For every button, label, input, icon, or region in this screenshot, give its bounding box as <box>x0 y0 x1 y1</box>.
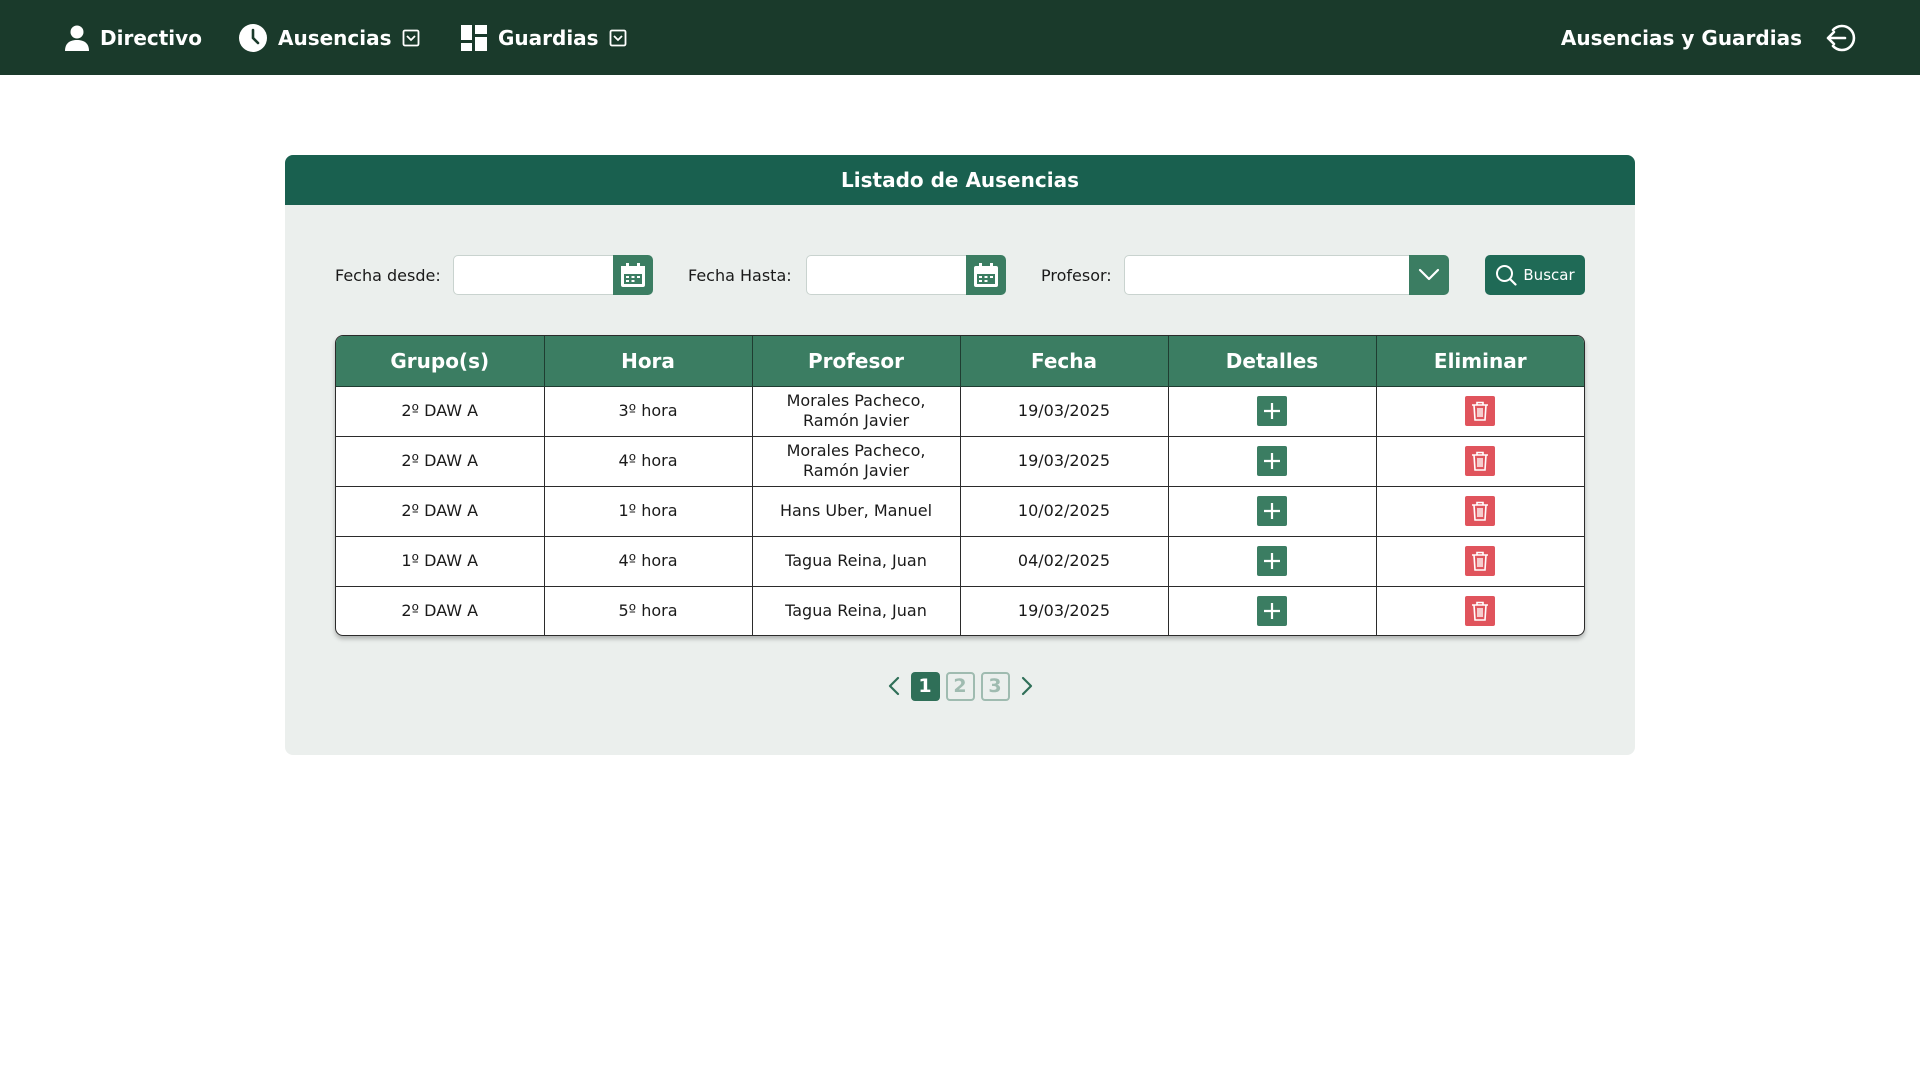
cell-detalles <box>1168 486 1377 537</box>
app-title: Ausencias y Guardias <box>1560 25 1802 50</box>
cell-fecha: 19/03/2025 <box>960 586 1169 635</box>
nav-guardias[interactable]: Guardias <box>460 0 627 75</box>
calendar-icon[interactable] <box>966 255 1006 295</box>
cell-grupo: 1º DAW A <box>336 536 545 587</box>
nav-directivo[interactable]: Directivo <box>64 0 202 75</box>
nav-ausencias[interactable]: Ausencias <box>238 0 420 75</box>
column-header: Profesor <box>752 336 961 387</box>
cell-grupo: 2º DAW A <box>336 486 545 537</box>
table-row: 2º DAW A 4º hora Morales Pacheco, Ramón … <box>336 436 1584 487</box>
cell-detalles <box>1168 436 1377 487</box>
nav-directivo-label: Directivo <box>100 25 202 50</box>
plus-icon[interactable] <box>1257 496 1287 526</box>
table-row: 2º DAW A 1º hora Hans Uber, Manuel 10/02… <box>336 486 1584 537</box>
trash-icon[interactable] <box>1465 546 1496 576</box>
page-button-1[interactable]: 1 <box>910 671 940 701</box>
trash-icon[interactable] <box>1465 596 1496 627</box>
column-header: Hora <box>544 336 753 387</box>
chevron-down-icon[interactable] <box>1409 255 1449 295</box>
search-icon <box>1496 265 1517 286</box>
pagination: 1 2 3 <box>285 670 1635 702</box>
cell-eliminar <box>1376 586 1584 635</box>
cell-profesor: Tagua Reina, Juan <box>752 536 961 587</box>
table-row: 1º DAW A 4º hora Tagua Reina, Juan 04/02… <box>336 536 1584 587</box>
calendar-icon[interactable] <box>613 255 653 295</box>
cell-eliminar <box>1376 436 1584 487</box>
absences-panel: Listado de Ausencias Fecha desde: Fecha … <box>285 155 1635 755</box>
column-header: Detalles <box>1168 336 1377 387</box>
cell-profesor: Tagua Reina, Juan <box>752 586 961 635</box>
cell-eliminar <box>1376 486 1584 537</box>
table-row: 2º DAW A 3º hora Morales Pacheco, Ramón … <box>336 386 1584 437</box>
column-header: Grupo(s) <box>336 336 545 387</box>
plus-icon[interactable] <box>1257 546 1287 576</box>
cell-fecha: 19/03/2025 <box>960 386 1169 437</box>
cell-hora: 3º hora <box>544 386 753 437</box>
dashboard-icon <box>460 24 488 52</box>
cell-hora: 4º hora <box>544 536 753 587</box>
nav-guardias-label: Guardias <box>498 25 599 50</box>
cell-grupo: 2º DAW A <box>336 436 545 487</box>
top-navbar: Directivo Ausencias Guardias Ausencias y… <box>0 0 1920 75</box>
logout-icon[interactable] <box>1824 21 1858 55</box>
plus-icon[interactable] <box>1257 446 1287 476</box>
checkbox-chevron-icon <box>609 29 627 47</box>
chevron-right-icon[interactable] <box>1013 671 1041 701</box>
cell-profesor: Hans Uber, Manuel <box>752 486 961 537</box>
page-button-3[interactable]: 3 <box>980 671 1010 701</box>
nav-ausencias-label: Ausencias <box>278 25 392 50</box>
column-header: Fecha <box>960 336 1169 387</box>
panel-title: Listado de Ausencias <box>285 155 1635 205</box>
cell-grupo: 2º DAW A <box>336 586 545 635</box>
table-header-row: Grupo(s) Hora Profesor Fecha Detalles El… <box>336 336 1584 387</box>
user-icon <box>64 24 90 52</box>
column-header: Eliminar <box>1376 336 1584 387</box>
cell-hora: 1º hora <box>544 486 753 537</box>
absences-table: Grupo(s) Hora Profesor Fecha Detalles El… <box>335 335 1585 636</box>
cell-detalles <box>1168 586 1377 635</box>
cell-profesor: Morales Pacheco, Ramón Javier <box>752 436 961 487</box>
profesor-select[interactable] <box>1124 255 1410 295</box>
search-button[interactable]: Buscar <box>1485 255 1585 295</box>
trash-icon[interactable] <box>1465 396 1496 426</box>
clock-icon <box>238 23 268 53</box>
cell-detalles <box>1168 536 1377 587</box>
cell-detalles <box>1168 386 1377 437</box>
fecha-hasta-label: Fecha Hasta: <box>688 265 792 285</box>
cell-grupo: 2º DAW A <box>336 386 545 437</box>
table-row: 2º DAW A 5º hora Tagua Reina, Juan 19/03… <box>336 586 1584 635</box>
fecha-desde-label: Fecha desde: <box>335 265 441 285</box>
page-button-2[interactable]: 2 <box>945 671 975 701</box>
profesor-label: Profesor: <box>1041 265 1112 285</box>
cell-eliminar <box>1376 536 1584 587</box>
cell-fecha: 04/02/2025 <box>960 536 1169 587</box>
fecha-desde-input[interactable] <box>453 255 614 295</box>
cell-profesor: Morales Pacheco, Ramón Javier <box>752 386 961 437</box>
trash-icon[interactable] <box>1465 446 1496 476</box>
fecha-hasta-input[interactable] <box>806 255 967 295</box>
chevron-left-icon[interactable] <box>880 671 908 701</box>
cell-fecha: 19/03/2025 <box>960 436 1169 487</box>
filters-bar: Fecha desde: Fecha Hasta: Profesor: Busc… <box>285 255 1635 295</box>
cell-hora: 5º hora <box>544 586 753 635</box>
cell-hora: 4º hora <box>544 436 753 487</box>
trash-icon[interactable] <box>1465 496 1496 526</box>
search-button-label: Buscar <box>1523 266 1575 284</box>
checkbox-chevron-icon <box>402 29 420 47</box>
cell-fecha: 10/02/2025 <box>960 486 1169 537</box>
plus-icon[interactable] <box>1257 596 1287 627</box>
cell-eliminar <box>1376 386 1584 437</box>
plus-icon[interactable] <box>1257 396 1287 426</box>
